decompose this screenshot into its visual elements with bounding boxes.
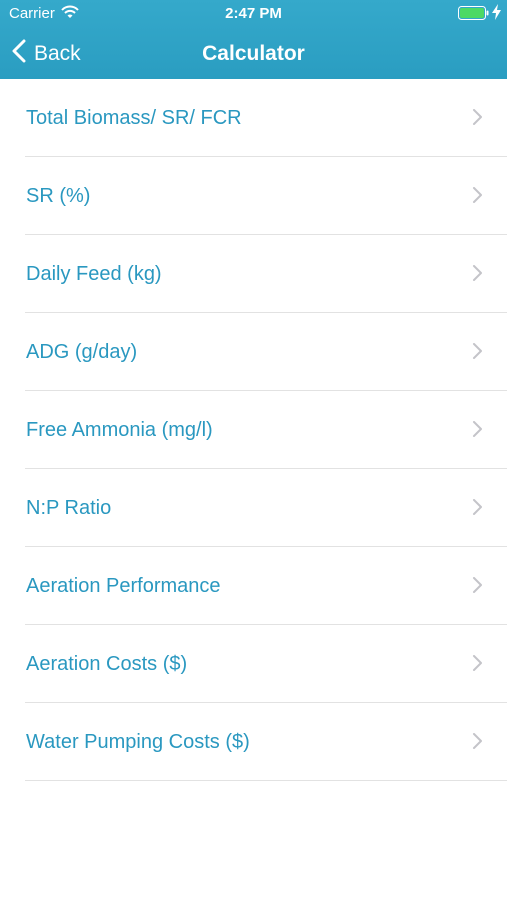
chevron-left-icon <box>12 39 26 68</box>
list-item-label: Daily Feed (kg) <box>26 263 162 285</box>
navigation-bar: Back Calculator <box>0 28 507 79</box>
list-item-adg[interactable]: ADG (g/day) <box>0 313 507 391</box>
list-item-label: Aeration Performance <box>26 575 221 597</box>
chevron-right-icon <box>472 499 482 520</box>
list-item-water-pumping-costs[interactable]: Water Pumping Costs ($) <box>0 703 507 781</box>
list-item-label: Aeration Costs ($) <box>26 653 188 675</box>
chevron-right-icon <box>472 421 482 442</box>
list-item-label: Free Ammonia (mg/l) <box>26 419 213 441</box>
back-button[interactable]: Back <box>12 28 81 79</box>
calculator-menu-list: Total Biomass/ SR/ FCR SR (%) Daily Feed… <box>0 79 507 781</box>
list-item-label: N:P Ratio <box>26 497 112 519</box>
list-item-label: Total Biomass/ SR/ FCR <box>26 107 242 129</box>
chevron-right-icon <box>472 577 482 598</box>
back-label: Back <box>34 41 81 65</box>
list-item-aeration-costs[interactable]: Aeration Costs ($) <box>0 625 507 703</box>
chevron-right-icon <box>472 109 482 130</box>
chevron-right-icon <box>472 187 482 208</box>
charging-bolt-icon <box>492 4 501 24</box>
chevron-right-icon <box>472 343 482 364</box>
chevron-right-icon <box>472 733 482 754</box>
list-item-total-biomass[interactable]: Total Biomass/ SR/ FCR <box>0 79 507 157</box>
list-item-sr[interactable]: SR (%) <box>0 157 507 235</box>
list-item-daily-feed[interactable]: Daily Feed (kg) <box>0 235 507 313</box>
list-item-label: Water Pumping Costs ($) <box>26 731 250 753</box>
list-item-np-ratio[interactable]: N:P Ratio <box>0 469 507 547</box>
battery-icon <box>458 6 490 24</box>
list-item-aeration-performance[interactable]: Aeration Performance <box>0 547 507 625</box>
list-item-free-ammonia[interactable]: Free Ammonia (mg/l) <box>0 391 507 469</box>
top-bar: Carrier 2:47 PM Back Calculator <box>0 0 507 79</box>
status-time: 2:47 PM <box>225 5 282 22</box>
list-item-label: SR (%) <box>26 185 91 207</box>
status-bar: Carrier 2:47 PM <box>0 0 507 28</box>
list-item-label: ADG (g/day) <box>26 341 138 363</box>
chevron-right-icon <box>472 265 482 286</box>
chevron-right-icon <box>472 655 482 676</box>
